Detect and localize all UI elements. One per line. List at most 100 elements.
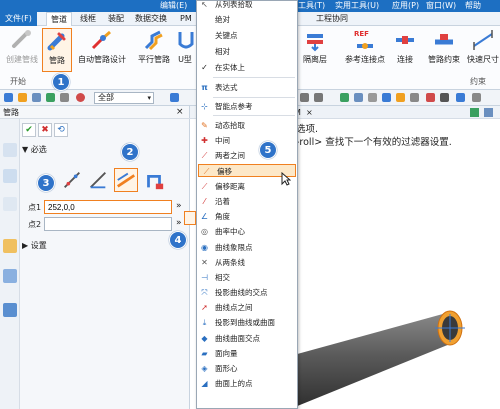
menu-edit[interactable]: 编辑(E) — [160, 0, 187, 12]
expand-chevron-icon-2[interactable]: » — [176, 218, 182, 228]
point-method-picker-button[interactable] — [184, 211, 196, 225]
menu-item-midpoint[interactable]: ✚ 中间 — [197, 134, 297, 147]
expand-chevron-icon[interactable]: » — [176, 201, 182, 211]
type-filter-icon[interactable] — [60, 93, 69, 102]
menu-item-face-vector[interactable]: ▰ 面向量 — [197, 347, 297, 360]
menu-item-expression[interactable]: π 表达式 — [197, 81, 297, 94]
route-type-bend-icon[interactable] — [142, 168, 166, 192]
create-pipeline-button[interactable]: 创建管线 — [2, 28, 42, 72]
menu-item-smart-point[interactable]: ⊹ 智能点参考 — [197, 100, 297, 113]
measure-icon[interactable] — [426, 93, 435, 102]
menu-item-curvature-center[interactable]: ◎ 曲率中心 — [197, 225, 297, 238]
mouse-cursor-icon — [281, 172, 291, 186]
canvas-tab-close-icon[interactable]: × — [306, 106, 313, 119]
menu-help[interactable]: 帮助 — [465, 0, 481, 12]
point2-label: 点2 — [28, 220, 42, 229]
connect-button[interactable]: 连接 — [392, 28, 418, 72]
cancel-icon[interactable]: ✖ — [38, 123, 52, 137]
route-type-xyz-icon[interactable] — [60, 168, 84, 192]
canvas-view-icon[interactable] — [484, 108, 493, 117]
display-icon[interactable] — [368, 93, 377, 102]
menu-item-between[interactable]: ⟋ 两者之间 — [197, 149, 297, 162]
view-orient-icon[interactable] — [300, 93, 309, 102]
menu-item-dynamic-pick[interactable]: ✎ 动态拾取 — [197, 119, 297, 132]
quick-dimension-button[interactable]: 快速尺寸 — [466, 28, 500, 72]
menu-item-pick-from-list[interactable]: ↖ 从列表拾取 — [197, 0, 297, 11]
refresh-icon[interactable] — [456, 93, 465, 102]
curve-surface-intersect-icon: ◆ — [201, 334, 208, 343]
menu-item-intersect[interactable]: ⊣ 相交 — [197, 271, 297, 284]
menu-tools[interactable]: 工具(T) — [298, 0, 325, 12]
pipe-route-button[interactable]: 管路 — [42, 28, 72, 72]
section-icon[interactable] — [354, 93, 363, 102]
tab-assembly[interactable]: 装配 — [108, 12, 124, 26]
menu-item-on-solid[interactable]: ✓ 在实体上 — [197, 61, 297, 74]
isolation-layer-button[interactable]: 隔离层 — [300, 28, 330, 72]
network-icon[interactable] — [3, 269, 17, 283]
select-mode-icon[interactable] — [4, 93, 13, 102]
auto-pipe-design-button[interactable]: 自动管路设计 — [74, 28, 130, 72]
menu-item-between-curve-points[interactable]: ➚ 曲线点之间 — [197, 301, 297, 314]
render-icon[interactable] — [340, 93, 349, 102]
route-type-xz-icon[interactable] — [86, 168, 110, 192]
between-icon: ⟋ — [201, 151, 208, 160]
pipe-constraint-button[interactable]: 管路约束 — [424, 28, 464, 72]
menu-item-curve-surface-intersect[interactable]: ◆ 曲线曲面交点 — [197, 332, 297, 345]
ref-connect-point-button[interactable]: REF 参考连接点 — [340, 28, 390, 72]
menu-item-project-to[interactable]: ⤓ 投影到曲线或曲面 — [197, 316, 297, 329]
toolbar-settings-icon[interactable] — [170, 93, 179, 102]
menu-item-two-lines[interactable]: ✕ 从两条线 — [197, 256, 297, 269]
camera-icon[interactable] — [410, 93, 419, 102]
layer-icon[interactable] — [32, 93, 41, 102]
menu-item-face-centroid[interactable]: ◈ 面形心 — [197, 362, 297, 375]
route-type-offset-icon[interactable] — [114, 168, 138, 192]
grid-icon[interactable] — [440, 93, 449, 102]
section-settings-header[interactable]: ▶ 设置 — [22, 240, 47, 251]
menu-item-along[interactable]: ⁄ 沿着 — [197, 195, 297, 208]
light-icon[interactable] — [396, 93, 405, 102]
menu-apps[interactable]: 应用(P) — [392, 0, 419, 12]
quick-dimension-icon — [473, 30, 493, 50]
more-icon[interactable] — [472, 93, 481, 102]
properties-icon[interactable] — [3, 197, 17, 211]
menu-item-relative[interactable]: 相对 — [197, 45, 297, 58]
canvas-render-icon[interactable] — [470, 108, 479, 117]
step-badge-2: 2 — [121, 143, 139, 161]
tree-icon[interactable] — [3, 169, 17, 183]
point2-input[interactable] — [44, 217, 172, 231]
tab-data-exchange[interactable]: 数据交换 — [135, 12, 167, 26]
tab-collaboration[interactable]: 工程协同 — [316, 12, 348, 26]
user-icon[interactable] — [3, 303, 17, 317]
parallel-pipe-button[interactable]: 平行管路 — [134, 28, 174, 72]
ok-icon[interactable]: ✔ — [22, 123, 36, 137]
view-fit-icon[interactable] — [314, 93, 323, 102]
pipe-model[interactable] — [290, 296, 500, 409]
menu-item-angle[interactable]: ∠ 角度 — [197, 210, 297, 223]
history-icon[interactable] — [3, 143, 17, 157]
tab-file[interactable]: 文件(F) — [0, 12, 37, 26]
library-icon[interactable] — [3, 239, 17, 253]
menu-utilities[interactable]: 实用工具(U) — [335, 0, 379, 12]
menu-item-absolute[interactable]: 绝对 — [197, 13, 297, 26]
shade-icon[interactable] — [382, 93, 391, 102]
selection-filter-select[interactable]: 全部 ▾ — [94, 92, 154, 104]
menu-item-quadrant[interactable]: ◉ 曲线象限点 — [197, 241, 297, 254]
point1-input[interactable] — [44, 200, 172, 214]
section-required-header[interactable]: ▼ 必选 — [22, 144, 47, 155]
filter-icon[interactable] — [46, 93, 55, 102]
apply-icon[interactable]: ⟲ — [54, 123, 68, 137]
menu-item-point-on-surface[interactable]: ◢ 曲面上的点 — [197, 377, 297, 390]
menu-item-key-point[interactable]: 关键点 — [197, 29, 297, 42]
parallel-pipe-label: 平行管路 — [138, 55, 170, 64]
u-pipe-button[interactable]: U型 — [174, 28, 196, 72]
tab-pm[interactable]: PM — [180, 12, 192, 26]
pipe-route-label: 管路 — [49, 56, 65, 65]
panel-close-icon[interactable]: × — [176, 106, 184, 119]
color-filter-icon[interactable] — [76, 93, 85, 102]
tab-wireframe[interactable]: 线框 — [80, 12, 96, 26]
menu-item-project-intersect[interactable]: ⤧ 投影曲线的交点 — [197, 286, 297, 299]
menu-window[interactable]: 窗口(W) — [426, 0, 456, 12]
snap-icon[interactable] — [18, 93, 27, 102]
midpoint-icon: ✚ — [201, 136, 208, 145]
tab-piping[interactable]: 管道 — [46, 12, 72, 26]
